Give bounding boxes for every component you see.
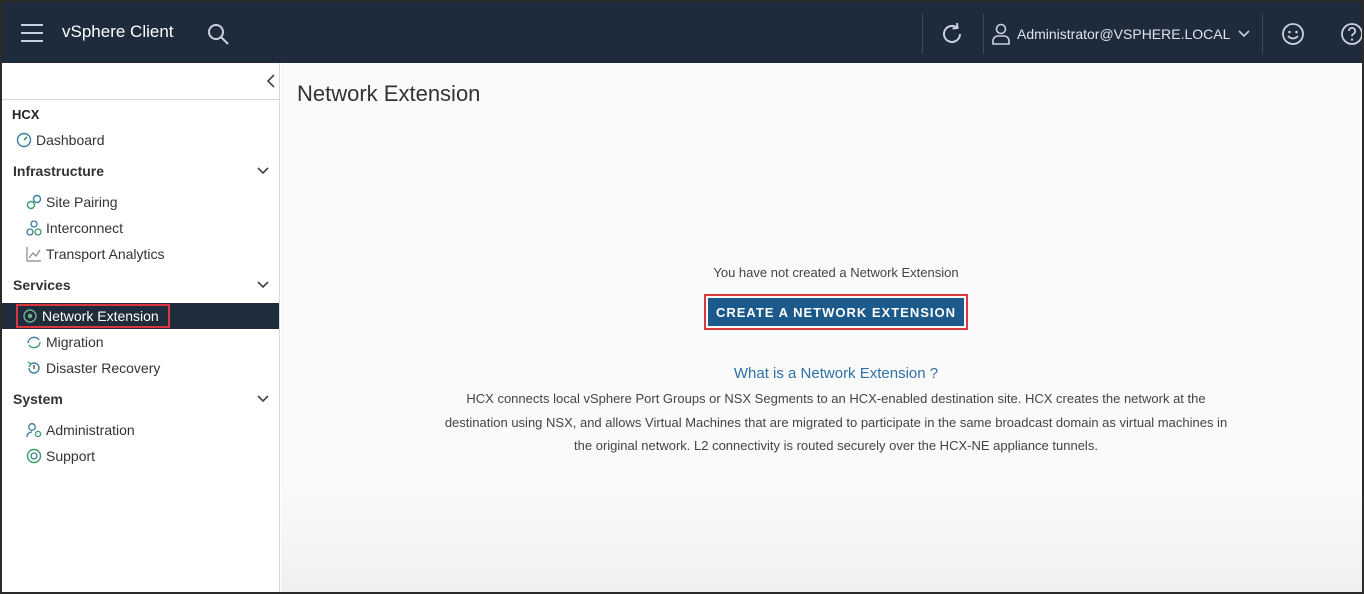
user-label: Administrator@VSPHERE.LOCAL — [1017, 26, 1231, 42]
chevron-down-icon — [257, 167, 269, 175]
collapse-sidebar-icon[interactable] — [264, 73, 278, 89]
smiley-feedback-icon[interactable] — [1280, 21, 1306, 47]
sidebar-item-site-pairing[interactable]: Site Pairing — [2, 189, 279, 215]
user-menu[interactable]: Administrator@VSPHERE.LOCAL — [991, 22, 1250, 46]
sidebar-item-dashboard[interactable]: Dashboard — [2, 127, 279, 153]
administration-icon — [26, 423, 42, 438]
support-icon — [26, 448, 42, 464]
sidebar-section-system[interactable]: System — [2, 385, 279, 413]
header-divider — [983, 14, 984, 54]
create-button-highlight: CREATE A NETWORK EXTENSION — [704, 294, 968, 330]
network-extension-icon — [23, 309, 37, 323]
chevron-down-icon — [257, 395, 269, 403]
section-label: Services — [13, 277, 71, 293]
main-content: Network Extension You have not created a… — [281, 63, 1362, 592]
sidebar-section-services[interactable]: Services — [2, 271, 279, 299]
page-title: Network Extension — [297, 81, 481, 106]
selection-highlight: Network Extension — [16, 304, 170, 328]
description-line: destination using NSX, and allows Virtua… — [444, 414, 1228, 430]
description-text: HCX connects local vSphere Port Groups o… — [441, 387, 1231, 458]
help-icon[interactable] — [1339, 21, 1364, 47]
sidebar-item-label: Interconnect — [46, 220, 124, 236]
user-icon — [992, 23, 1010, 45]
what-is-network-extension-link[interactable]: What is a Network Extension ? — [281, 365, 1362, 382]
sidebar-item-transport-analytics[interactable]: Transport Analytics — [2, 241, 279, 267]
header-divider — [922, 14, 923, 54]
sidebar-item-migration[interactable]: Migration — [2, 329, 279, 355]
sidebar-item-label: Network Extension — [42, 308, 159, 324]
header-divider — [1262, 14, 1263, 54]
top-header: vSphere Client Administrator@VSPHERE.LOC… — [2, 2, 1362, 63]
dashboard-icon — [16, 132, 32, 148]
sidebar-root-label: HCX — [12, 107, 40, 122]
sidebar-item-label: Transport Analytics — [46, 246, 165, 262]
sidebar-item-disaster-recovery[interactable]: Disaster Recovery — [2, 355, 279, 381]
left-navigation: HCX Dashboard Infrastructure Site Pairin… — [2, 63, 280, 592]
disaster-recovery-icon — [27, 361, 40, 374]
create-network-extension-button[interactable]: CREATE A NETWORK EXTENSION — [708, 298, 964, 326]
app-frame: vSphere Client Administrator@VSPHERE.LOC… — [0, 0, 1364, 594]
migration-icon — [27, 336, 41, 349]
analytics-chart-icon — [26, 247, 41, 262]
section-label: Infrastructure — [13, 163, 105, 179]
sidebar-item-label: Administration — [46, 422, 135, 438]
sidebar-section-infrastructure[interactable]: Infrastructure — [2, 157, 279, 185]
sidebar-item-label: Disaster Recovery — [46, 360, 161, 376]
sidebar-item-administration[interactable]: Administration — [2, 417, 279, 443]
section-label: System — [13, 391, 63, 407]
refresh-icon[interactable] — [939, 21, 965, 47]
sidebar-item-support[interactable]: Support — [2, 443, 279, 469]
sidebar-item-label: Dashboard — [36, 132, 105, 148]
empty-state-message: You have not created a Network Extension — [713, 265, 959, 280]
sidebar-item-label: Site Pairing — [46, 194, 118, 210]
link-icon — [26, 194, 42, 210]
sidebar-item-label: Migration — [46, 334, 104, 350]
sidebar-item-label: Support — [46, 448, 96, 464]
description-line: HCX connects local vSphere Port Groups o… — [466, 391, 1206, 406]
sidebar-item-interconnect[interactable]: Interconnect — [2, 215, 279, 241]
chevron-down-icon — [257, 281, 269, 289]
interconnect-icon — [26, 220, 42, 236]
sidebar-divider — [2, 99, 280, 100]
search-icon[interactable] — [206, 22, 230, 46]
chevron-down-icon — [1238, 30, 1250, 38]
sidebar-item-network-extension[interactable]: Network Extension — [2, 303, 279, 329]
menu-icon[interactable] — [21, 24, 43, 42]
app-title[interactable]: vSphere Client — [62, 22, 174, 42]
description-line: the original network. L2 connectivity is… — [574, 438, 1098, 453]
